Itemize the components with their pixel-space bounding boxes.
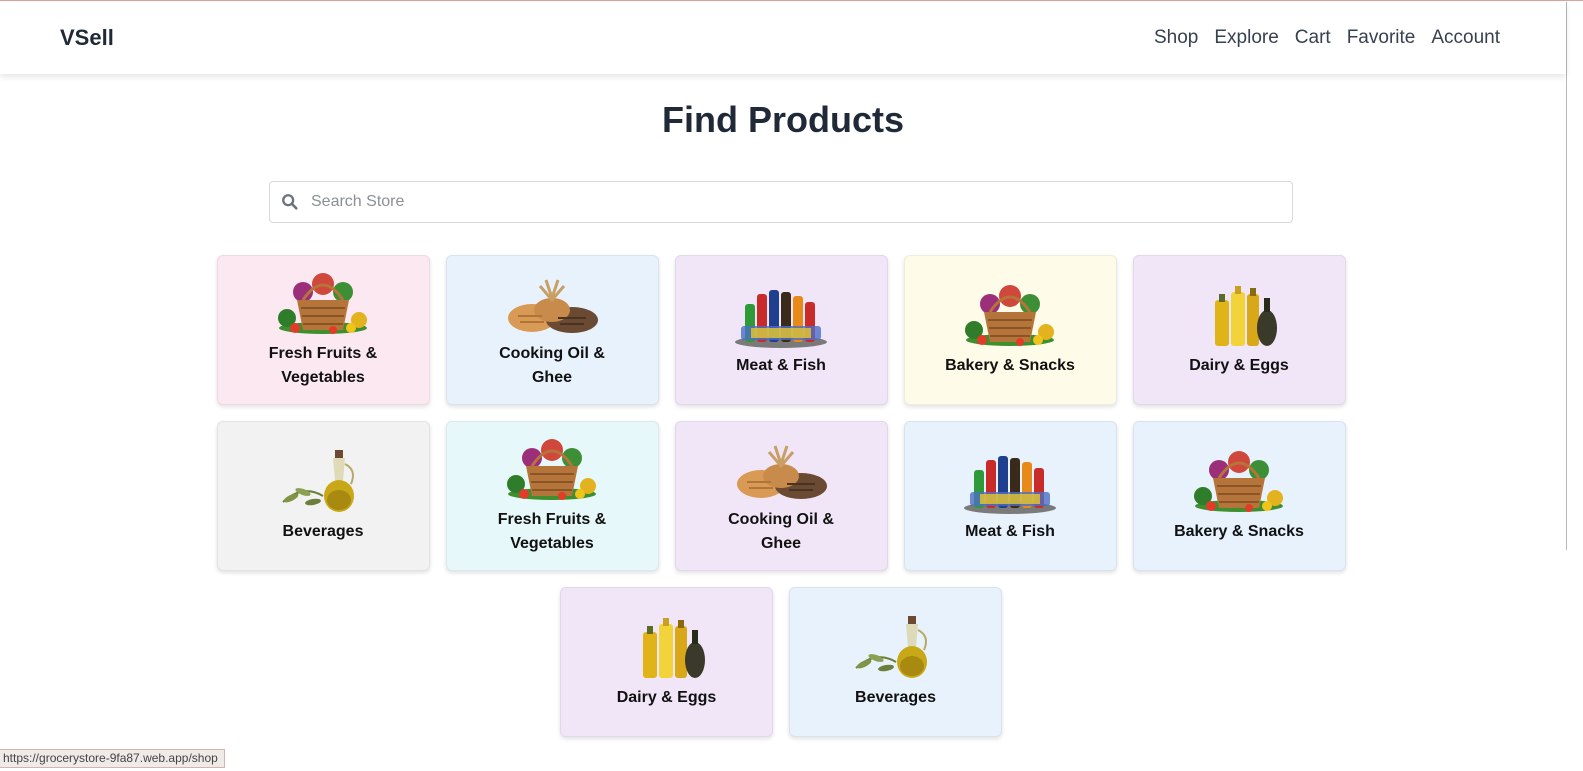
fruit-basket-icon (502, 436, 602, 502)
category-label: Beverages (855, 689, 936, 706)
oil-bottles-icon (1189, 282, 1289, 348)
category-label: Fresh Fruits & Vegetables (268, 345, 378, 386)
nav-link-cart[interactable]: Cart (1295, 27, 1331, 49)
category-label: Beverages (282, 523, 364, 540)
category-card[interactable]: Cooking Oil & Ghee (445, 255, 659, 405)
olive-oil-icon (846, 614, 946, 680)
bread-icon (731, 436, 831, 502)
nav-link-explore[interactable]: Explore (1214, 27, 1278, 49)
category-card[interactable]: Dairy & Eggs (1132, 255, 1346, 405)
search-bar[interactable] (269, 181, 1293, 223)
category-card[interactable]: Meat & Fish (674, 255, 888, 405)
category-card[interactable]: Bakery & Snacks (903, 255, 1117, 405)
nav-link-account[interactable]: Account (1431, 27, 1500, 49)
fruit-basket-icon (960, 282, 1060, 348)
category-card[interactable]: Bakery & Snacks (1132, 421, 1346, 571)
search-icon (282, 194, 298, 210)
category-card[interactable]: Beverages (216, 421, 430, 571)
category-grid: Fresh Fruits & Vegetables Cooking Oil & G… (215, 255, 1347, 737)
top-navbar: VSell Shop Explore Cart Favorite Account (0, 2, 1566, 74)
category-card[interactable]: Dairy & Eggs (560, 587, 773, 737)
category-card[interactable]: Cooking Oil & Ghee (674, 421, 888, 571)
category-label: Meat & Fish (736, 357, 826, 374)
search-input[interactable] (311, 193, 1292, 211)
category-label: Bakery & Snacks (1174, 523, 1304, 540)
category-label: Bakery & Snacks (945, 357, 1075, 374)
category-label: Cooking Oil & Ghee (728, 511, 834, 552)
category-card[interactable]: Fresh Fruits & Vegetables (445, 421, 659, 571)
bottles-icon (960, 448, 1060, 514)
page-title: Find Products (662, 99, 904, 140)
status-bar-url: https://grocerystore-9fa87.web.app/shop (0, 749, 225, 768)
scrollbar-edge (1566, 2, 1567, 550)
brand-logo[interactable]: VSell (60, 25, 114, 51)
oil-bottles-icon (617, 614, 717, 680)
category-label: Meat & Fish (965, 523, 1055, 540)
fruit-basket-icon (1189, 448, 1289, 514)
nav-link-favorite[interactable]: Favorite (1347, 27, 1416, 49)
olive-oil-icon (273, 448, 373, 514)
nav-link-shop[interactable]: Shop (1154, 27, 1198, 49)
category-card[interactable]: Meat & Fish (903, 421, 1117, 571)
nav-links: Shop Explore Cart Favorite Account (1154, 27, 1500, 49)
fruit-basket-icon (273, 270, 373, 336)
bottles-icon (731, 282, 831, 348)
category-label: Dairy & Eggs (1189, 357, 1289, 374)
category-card[interactable]: Fresh Fruits & Vegetables (216, 255, 430, 405)
category-card[interactable]: Beverages (789, 587, 1002, 737)
bread-icon (502, 270, 602, 336)
category-label: Fresh Fruits & Vegetables (497, 511, 607, 552)
category-label: Cooking Oil & Ghee (499, 345, 605, 386)
category-label: Dairy & Eggs (616, 689, 717, 706)
